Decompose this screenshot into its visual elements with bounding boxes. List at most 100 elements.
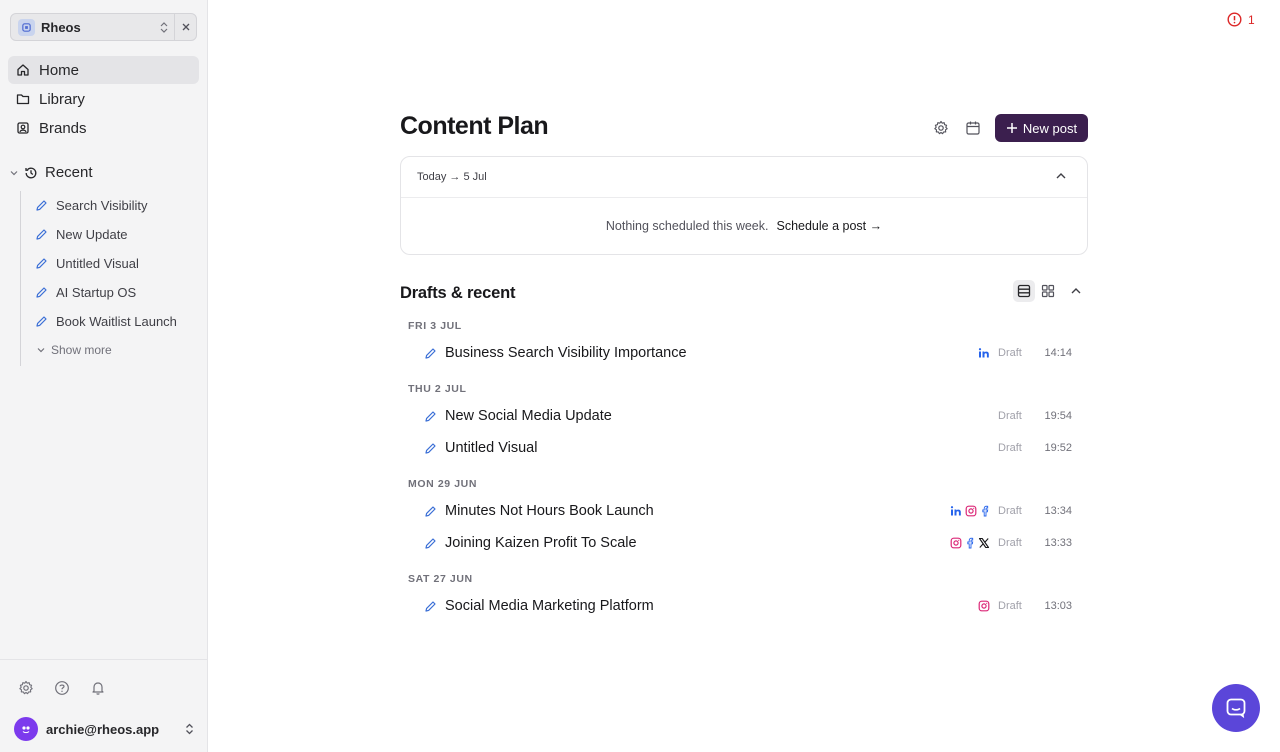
recent-item[interactable]: Search Visibility [35, 193, 148, 217]
recent-item-label: Untitled Visual [56, 255, 139, 271]
avatar [14, 717, 38, 741]
page-title: Content Plan [400, 112, 549, 140]
show-more-button[interactable]: Show more [37, 343, 112, 357]
facebook-icon [982, 505, 989, 517]
plus-icon [1006, 123, 1017, 133]
chat-support-button[interactable] [1212, 684, 1260, 732]
help-icon[interactable] [54, 680, 70, 696]
post-time: 13:33 [1044, 537, 1072, 549]
platform-icons [978, 600, 990, 612]
chevron-updown-icon [186, 723, 193, 735]
empty-schedule-text: Nothing scheduled this week. [605, 219, 769, 233]
nav-item-brands[interactable]: Brands [8, 114, 199, 142]
instagram-icon [950, 537, 962, 549]
post-row[interactable]: New Social Media Update Draft 19:54 [424, 403, 1072, 429]
sidebar: Rheos Home Library Brands Recent Search … [0, 0, 208, 752]
post-row[interactable]: Untitled Visual Draft 19:52 [424, 435, 1072, 461]
bell-icon[interactable] [90, 680, 106, 696]
sidebar-footer: archie@rheos.app [0, 659, 207, 752]
calendar-button[interactable] [963, 118, 983, 138]
recent-item-label: AI Startup OS [56, 284, 137, 300]
drafts-section-title: Drafts & recent [400, 284, 516, 302]
history-icon [25, 167, 37, 178]
alert-count: 1 [1248, 12, 1255, 27]
recent-list: Search Visibility New Update Untitled Vi… [20, 191, 200, 366]
post-time: 13:34 [1044, 505, 1072, 517]
chevron-up-icon[interactable] [1055, 170, 1067, 182]
nav-label: Home [39, 61, 80, 79]
post-status: Draft [998, 442, 1022, 454]
grid-view-button[interactable] [1037, 280, 1059, 302]
new-post-button[interactable]: New post [995, 114, 1088, 142]
week-card-header: Today → 5 Jul [401, 157, 1087, 198]
settings-gear-icon[interactable] [18, 680, 34, 696]
workspace-switcher[interactable]: Rheos [10, 13, 197, 41]
nav-item-library[interactable]: Library [8, 85, 199, 113]
show-more-label: Show more [51, 343, 112, 357]
recent-item[interactable]: AI Startup OS [35, 280, 136, 304]
user-email: archie@rheos.app [46, 721, 160, 737]
pencil-icon [36, 199, 47, 211]
schedule-post-link[interactable]: Schedule a post → [776, 219, 882, 233]
post-title: Minutes Not Hours Book Launch [445, 503, 654, 519]
recent-item[interactable]: New Update [35, 222, 128, 246]
recent-item-label: New Update [56, 226, 128, 242]
post-row[interactable]: Social Media Marketing Platform Draft 13… [424, 593, 1072, 619]
workspace-logo-icon [18, 18, 35, 36]
post-title: New Social Media Update [445, 408, 612, 424]
chevron-up-icon [1071, 288, 1081, 294]
recent-section-toggle[interactable]: Recent [10, 164, 93, 181]
alert-circle-icon [1227, 12, 1242, 27]
recent-item[interactable]: Book Waitlist Launch [35, 309, 177, 333]
recent-label: Recent [45, 164, 93, 181]
post-status: Draft [998, 347, 1022, 359]
pencil-icon [36, 286, 47, 298]
platform-icons [950, 537, 990, 549]
post-row[interactable]: Minutes Not Hours Book Launch Draft 13:3… [424, 498, 1072, 524]
post-status: Draft [998, 537, 1022, 549]
post-time: 19:52 [1044, 442, 1072, 454]
pencil-icon [36, 257, 47, 269]
close-icon [182, 23, 189, 31]
home-icon [17, 64, 29, 76]
new-post-label: New post [1022, 120, 1078, 136]
folder-icon [16, 94, 30, 105]
recent-item-label: Book Waitlist Launch [56, 313, 177, 329]
week-schedule-card: Today → 5 Jul Nothing scheduled this wee… [400, 156, 1088, 255]
nav-item-home[interactable]: Home [8, 56, 199, 84]
date-range-label: Today → 5 Jul [417, 171, 487, 183]
pencil-icon [36, 228, 47, 240]
day-group-label: MON 29 JUN [408, 478, 478, 490]
workspace-select[interactable]: Rheos [11, 14, 174, 40]
post-title: Social Media Marketing Platform [445, 598, 654, 614]
post-row[interactable]: Business Search Visibility Importance Dr… [424, 340, 1072, 366]
error-alert-indicator[interactable]: 1 [1227, 12, 1255, 27]
instagram-icon [965, 505, 977, 517]
workspace-name: Rheos [41, 19, 81, 35]
list-view-button[interactable] [1013, 280, 1035, 302]
user-menu[interactable]: archie@rheos.app [14, 716, 194, 742]
post-time: 14:14 [1044, 347, 1072, 359]
post-status: Draft [998, 600, 1022, 612]
post-status: Draft [998, 410, 1022, 422]
pencil-icon [425, 442, 436, 454]
post-title: Joining Kaizen Profit To Scale [445, 535, 637, 551]
recent-item[interactable]: Untitled Visual [35, 251, 139, 275]
close-sidebar-button[interactable] [174, 14, 196, 40]
pencil-icon [425, 600, 436, 612]
post-row[interactable]: Joining Kaizen Profit To Scale Draft 13:… [424, 530, 1072, 556]
nav-label: Library [39, 90, 85, 108]
pencil-icon [425, 347, 436, 359]
platform-icons [978, 347, 990, 359]
nav-label: Brands [39, 119, 87, 137]
calendar-icon [966, 121, 980, 135]
post-title: Untitled Visual [445, 440, 538, 456]
plan-settings-button[interactable] [931, 118, 951, 138]
list-view-icon [1017, 284, 1031, 298]
collapse-drafts-button[interactable] [1065, 280, 1087, 302]
pencil-icon [425, 537, 436, 549]
post-time: 13:03 [1044, 600, 1072, 612]
post-title: Business Search Visibility Importance [445, 345, 687, 361]
day-group-label: SAT 27 JUN [408, 573, 473, 585]
grid-view-icon [1041, 284, 1055, 298]
